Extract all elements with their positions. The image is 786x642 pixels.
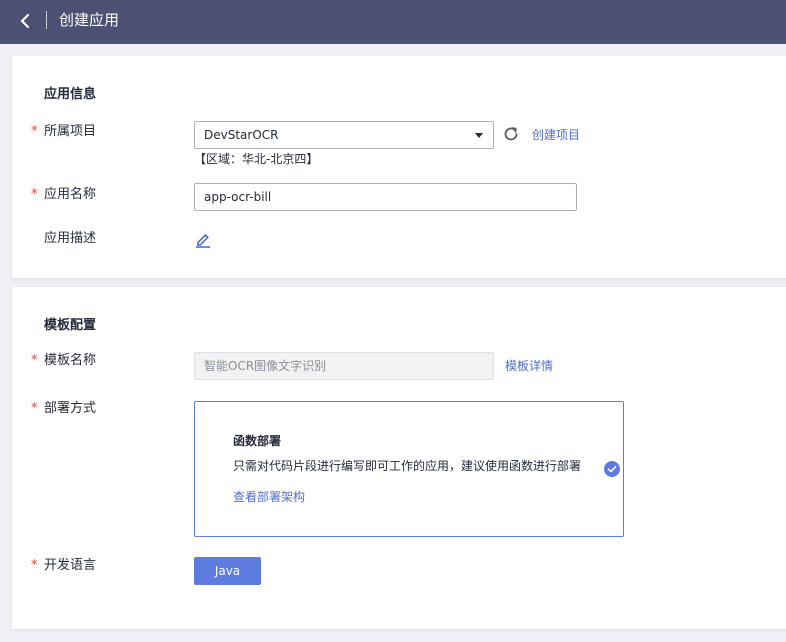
app-info-card: 应用信息 * 所属项目 DevStarOCR 创建项目 【区域：华北-北京四】 … (12, 56, 786, 278)
template-config-card: 模板配置 * 模板名称 智能OCR图像文字识别 模板详情 * 部署方式 函数部署… (12, 287, 786, 629)
required-mark: * (31, 558, 38, 573)
deploy-option-desc: 只需对代码片段进行编写即可工作的应用，建议使用函数进行部署 (233, 459, 582, 473)
project-select-value: DevStarOCR (204, 128, 279, 142)
required-mark: * (31, 187, 38, 202)
dev-language-label: 开发语言 (44, 558, 97, 573)
edit-icon[interactable] (195, 231, 211, 248)
create-project-link[interactable]: 创建项目 (532, 127, 580, 143)
template-name-label: 模板名称 (44, 353, 97, 368)
page-title: 创建应用 (59, 11, 120, 29)
caret-down-icon (475, 133, 483, 138)
section-title-template: 模板配置 (44, 318, 97, 333)
java-language-button[interactable]: Java (194, 557, 261, 585)
required-mark: * (31, 124, 38, 139)
template-detail-link[interactable]: 模板详情 (505, 358, 553, 374)
top-header: 创建应用 (0, 0, 786, 44)
app-name-label: 应用名称 (44, 187, 97, 202)
template-name-input: 智能OCR图像文字识别 (194, 352, 494, 380)
chevron-left-icon (20, 14, 30, 28)
back-button[interactable] (14, 10, 36, 32)
project-select[interactable]: DevStarOCR (194, 121, 494, 149)
header-divider (46, 11, 47, 29)
region-text: 【区域：华北-北京四】 (194, 152, 319, 166)
refresh-icon[interactable] (502, 125, 520, 143)
required-mark: * (31, 401, 38, 416)
deploy-method-label: 部署方式 (44, 401, 97, 416)
app-desc-label: 应用描述 (44, 231, 97, 246)
deploy-option-function[interactable]: 函数部署 只需对代码片段进行编写即可工作的应用，建议使用函数进行部署 查看部署架… (194, 401, 624, 537)
check-circle-icon (604, 461, 620, 477)
project-label: 所属项目 (44, 124, 97, 139)
app-name-input[interactable]: app-ocr-bill (194, 183, 577, 211)
section-title-app-info: 应用信息 (44, 87, 97, 102)
deploy-option-title: 函数部署 (233, 434, 282, 448)
view-deploy-arch-link[interactable]: 查看部署架构 (233, 489, 305, 505)
required-mark: * (31, 353, 38, 368)
